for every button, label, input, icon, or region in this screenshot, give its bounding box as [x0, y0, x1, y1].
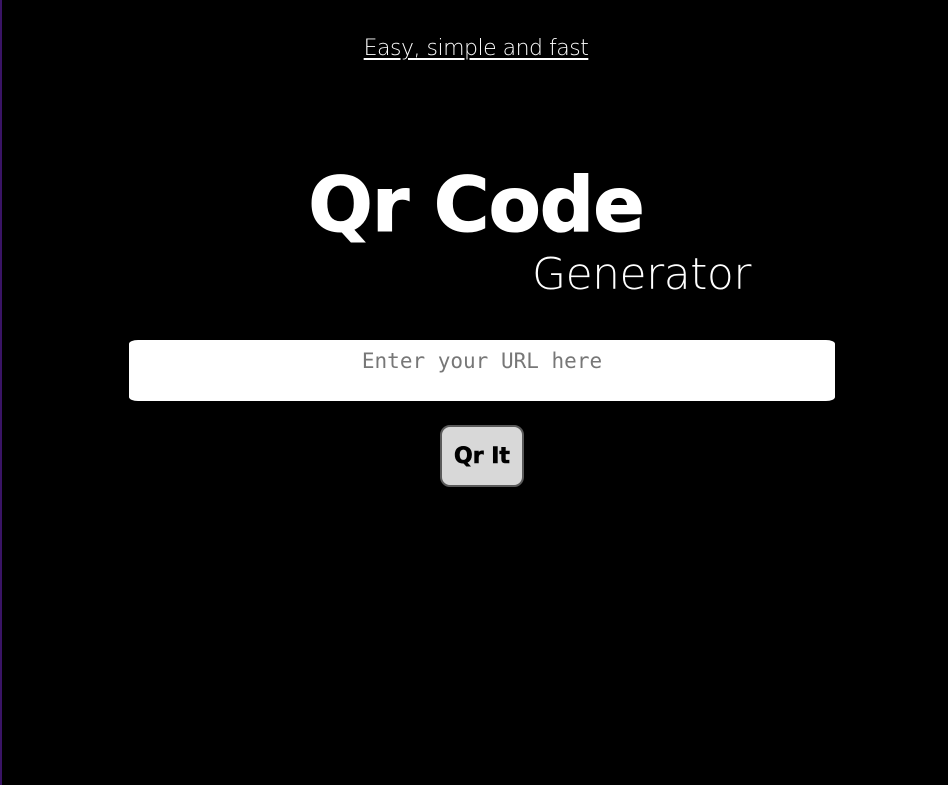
page-title: Qr Code [308, 160, 645, 250]
page-subtitle: Generator [532, 249, 751, 300]
tagline-link[interactable]: Easy, simple and fast [2, 36, 948, 61]
url-input[interactable] [129, 340, 835, 401]
qr-it-button[interactable]: Qr It [440, 425, 524, 487]
